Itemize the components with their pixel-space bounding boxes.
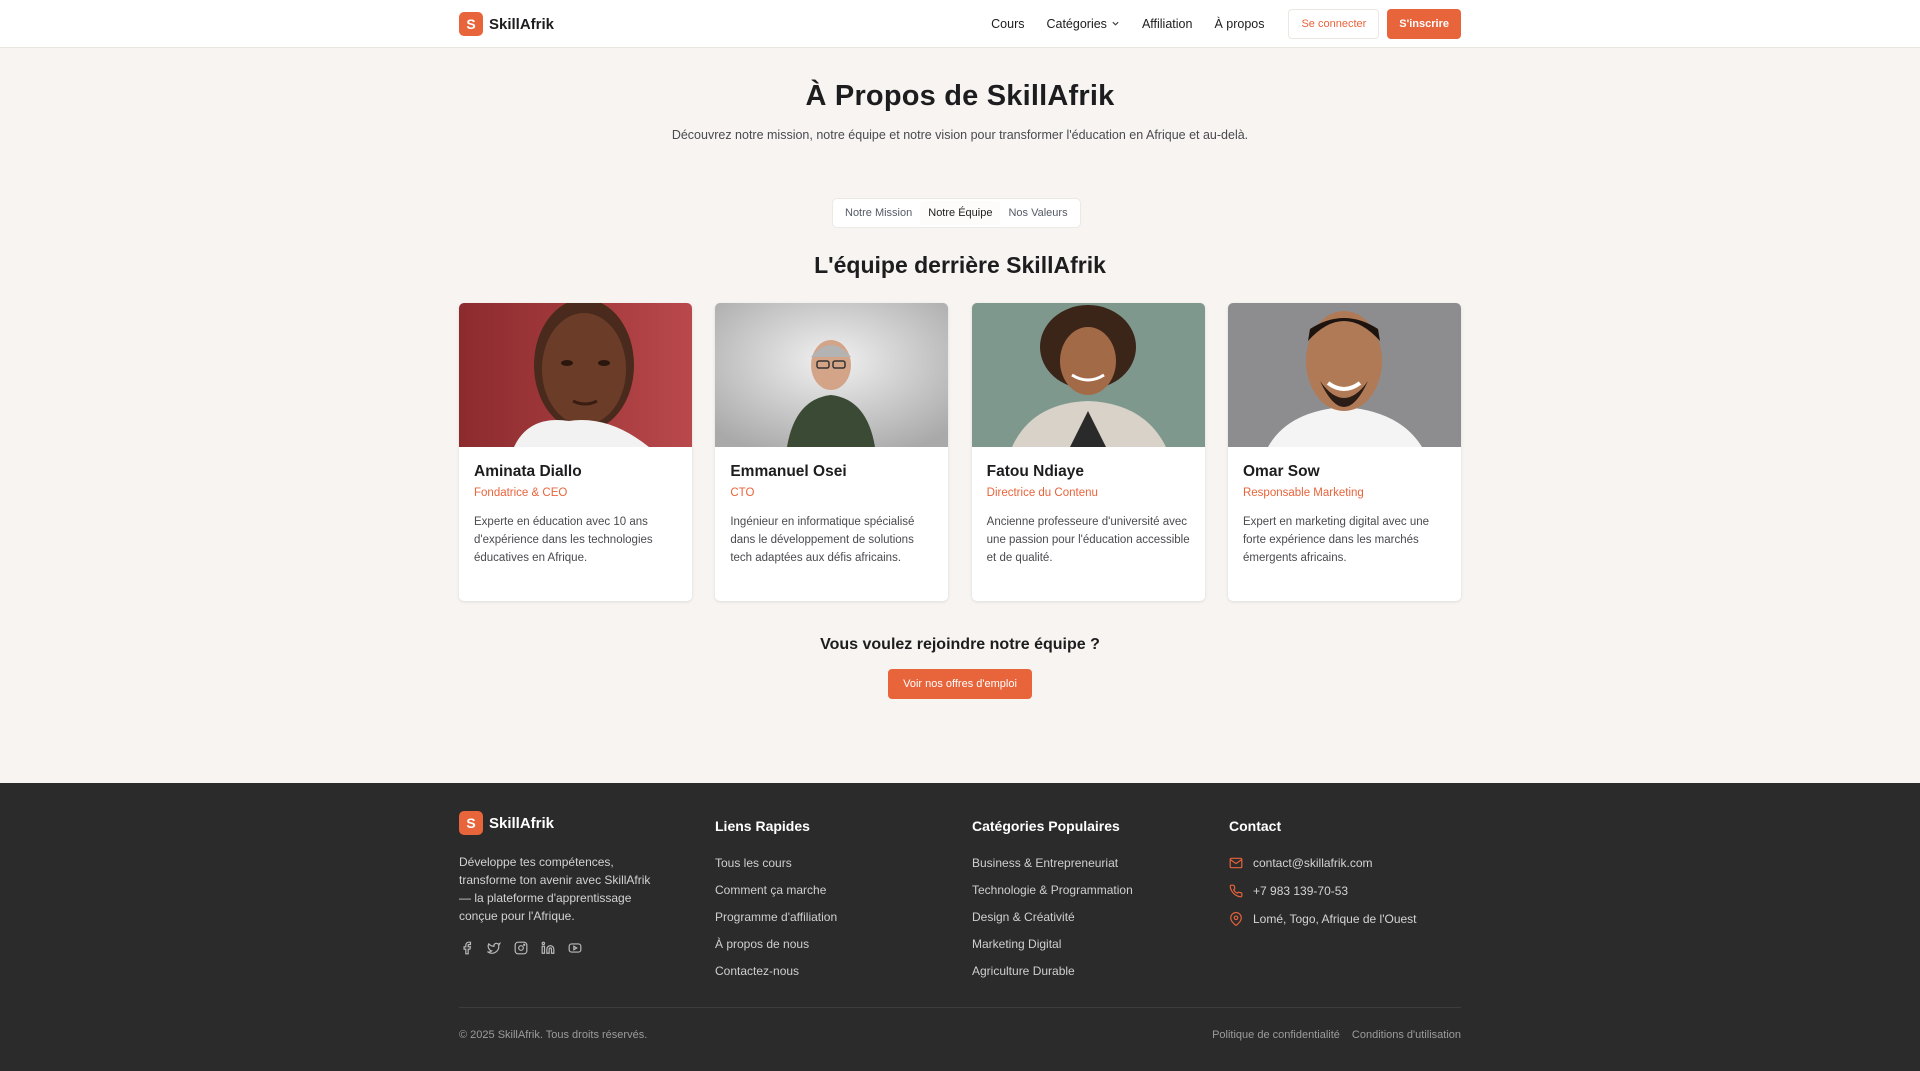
logo-mark: S bbox=[459, 12, 483, 36]
member-photo bbox=[459, 303, 692, 447]
youtube-icon[interactable] bbox=[567, 940, 582, 955]
contact-phone[interactable]: +7 983 139-70-53 bbox=[1229, 884, 1417, 898]
about-tabs: Notre Mission Notre Équipe Nos Valeurs bbox=[832, 198, 1081, 228]
copyright: © 2025 SkillAfrik. Tous droits réservés. bbox=[459, 1029, 648, 1041]
team-card: Aminata Diallo Fondatrice & CEO Experte … bbox=[459, 303, 692, 601]
join-title: Vous voulez rejoindre notre équipe ? bbox=[820, 636, 1100, 653]
contact-email-text: contact@skillafrik.com bbox=[1253, 856, 1373, 870]
site-header: S SkillAfrik Cours Catégories Affiliatio… bbox=[0, 0, 1920, 48]
legal-links: Politique de confidentialité Conditions … bbox=[1212, 1029, 1461, 1041]
signup-button[interactable]: S'inscrire bbox=[1387, 9, 1461, 39]
footer-category-link[interactable]: Technologie & Programmation bbox=[972, 883, 1133, 898]
member-name: Aminata Diallo bbox=[474, 463, 582, 480]
contact-title: Contact bbox=[1229, 818, 1282, 834]
contact-address: Lomé, Togo, Afrique de l'Ouest bbox=[1229, 912, 1417, 926]
nav-a-propos[interactable]: À propos bbox=[1214, 17, 1264, 31]
member-name: Emmanuel Osei bbox=[730, 463, 847, 480]
member-photo bbox=[971, 303, 1205, 447]
chevron-down-icon bbox=[1111, 19, 1120, 30]
main-nav: Cours Catégories Affiliation À propos Se… bbox=[991, 9, 1461, 39]
member-role: CTO bbox=[730, 487, 755, 499]
instagram-icon[interactable] bbox=[513, 940, 528, 955]
twitter-icon[interactable] bbox=[486, 940, 501, 955]
member-photo bbox=[1227, 303, 1461, 447]
footer-logo-mark: S bbox=[459, 811, 483, 835]
nav-cours[interactable]: Cours bbox=[991, 17, 1024, 31]
terms-link[interactable]: Conditions d'utilisation bbox=[1352, 1029, 1461, 1041]
logo-text: SkillAfrik bbox=[489, 15, 555, 33]
map-pin-icon bbox=[1229, 912, 1243, 926]
facebook-icon[interactable] bbox=[459, 940, 474, 955]
contact-phone-text: +7 983 139-70-53 bbox=[1253, 884, 1349, 898]
privacy-policy-link[interactable]: Politique de confidentialité bbox=[1212, 1029, 1340, 1041]
footer-category-link[interactable]: Design & Créativité bbox=[972, 910, 1133, 925]
footer-contact: Contact contact@skillafrik.com +7 983 13… bbox=[1229, 811, 1417, 926]
footer-divider bbox=[459, 1007, 1461, 1008]
footer-category-link[interactable]: Marketing Digital bbox=[972, 937, 1133, 952]
categories-title: Catégories Populaires bbox=[972, 818, 1120, 834]
footer-link[interactable]: Contactez-nous bbox=[715, 964, 837, 979]
member-role: Fondatrice & CEO bbox=[474, 487, 568, 499]
tab-equipe[interactable]: Notre Équipe bbox=[920, 201, 1001, 225]
footer-link[interactable]: Tous les cours bbox=[715, 856, 837, 871]
footer-category-link[interactable]: Business & Entrepreneuriat bbox=[972, 856, 1133, 871]
nav-categories[interactable]: Catégories bbox=[1046, 17, 1119, 31]
linkedin-icon[interactable] bbox=[540, 940, 555, 955]
footer-brand-description: Développe tes compétences, transforme to… bbox=[459, 855, 651, 923]
login-button[interactable]: Se connecter bbox=[1288, 9, 1380, 39]
member-description: Expert en marketing digital avec une for… bbox=[1242, 516, 1430, 564]
site-footer: S SkillAfrik Développe tes compétences, … bbox=[0, 783, 1920, 1071]
job-offers-button[interactable]: Voir nos offres d'emploi bbox=[888, 669, 1032, 699]
footer-logo-text: SkillAfrik bbox=[489, 814, 555, 832]
member-name: Omar Sow bbox=[1242, 463, 1320, 480]
team-cards: Aminata Diallo Fondatrice & CEO Experte … bbox=[459, 303, 1461, 601]
tab-valeurs[interactable]: Nos Valeurs bbox=[1000, 201, 1075, 225]
team-card: Emmanuel Osei CTO Ingénieur en informati… bbox=[715, 303, 949, 601]
member-description: Ingénieur en informatique spécialisé dan… bbox=[730, 516, 915, 564]
contact-address-text: Lomé, Togo, Afrique de l'Ouest bbox=[1253, 912, 1417, 926]
member-description: Experte en éducation avec 10 ans d'expér… bbox=[474, 516, 653, 564]
tab-mission[interactable]: Notre Mission bbox=[837, 201, 920, 225]
page-subtitle: Découvrez notre mission, notre équipe et… bbox=[671, 128, 1249, 142]
member-role: Directrice du Contenu bbox=[986, 487, 1098, 499]
phone-icon bbox=[1229, 884, 1243, 898]
member-role: Responsable Marketing bbox=[1242, 487, 1364, 499]
page-title: À Propos de SkillAfrik bbox=[805, 80, 1115, 112]
contact-email[interactable]: contact@skillafrik.com bbox=[1229, 856, 1417, 870]
mail-icon bbox=[1229, 856, 1243, 870]
member-photo bbox=[715, 303, 949, 447]
member-name: Fatou Ndiaye bbox=[986, 463, 1084, 480]
team-card: Fatou Ndiaye Directrice du Contenu Ancie… bbox=[971, 303, 1205, 601]
logo[interactable]: S SkillAfrik bbox=[459, 12, 554, 36]
quick-links-title: Liens Rapides bbox=[715, 818, 810, 834]
footer-link[interactable]: Comment ça marche bbox=[715, 883, 837, 898]
social-links bbox=[459, 940, 679, 955]
team-section-title: L'équipe derrière SkillAfrik bbox=[814, 252, 1106, 278]
nav-affiliation[interactable]: Affiliation bbox=[1142, 17, 1193, 31]
team-card: Omar Sow Responsable Marketing Expert en… bbox=[1227, 303, 1461, 601]
footer-link[interactable]: Programme d'affiliation bbox=[715, 910, 837, 925]
footer-category-link[interactable]: Agriculture Durable bbox=[972, 964, 1133, 979]
footer-logo[interactable]: S SkillAfrik bbox=[459, 811, 679, 835]
footer-brand: S SkillAfrik Développe tes compétences, … bbox=[459, 811, 679, 955]
footer-quick-links: Liens Rapides Tous les cours Comment ça … bbox=[715, 811, 837, 979]
nav-categories-label: Catégories bbox=[1046, 17, 1107, 31]
footer-categories: Catégories Populaires Business & Entrepr… bbox=[972, 811, 1133, 979]
footer-link[interactable]: À propos de nous bbox=[715, 937, 837, 952]
member-description: Ancienne professeure d'université avec u… bbox=[986, 516, 1190, 564]
